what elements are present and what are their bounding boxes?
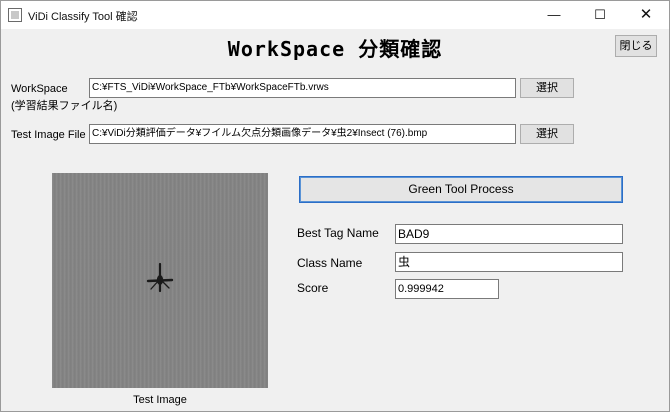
minimize-button[interactable]: — (531, 1, 577, 29)
app-window: ViDi Classify Tool 確認 — ☐ ✕ WorkSpace 分類… (0, 0, 670, 412)
green-tool-process-button[interactable]: Green Tool Process (299, 176, 623, 203)
title-bar[interactable]: ViDi Classify Tool 確認 — ☐ ✕ (1, 1, 669, 29)
test-image-preview (52, 173, 268, 388)
class-name-field[interactable]: 虫 (395, 252, 623, 272)
window-title: ViDi Classify Tool 確認 (28, 11, 138, 23)
workspace-browse-button[interactable]: 選択 (520, 78, 574, 98)
test-image-browse-button[interactable]: 選択 (520, 124, 574, 144)
score-label: Score (297, 281, 329, 295)
class-name-label: Class Name (297, 256, 363, 270)
test-image-caption: Test Image (133, 394, 187, 406)
score-field[interactable]: 0.999942 (395, 279, 499, 299)
workspace-label: WorkSpace (11, 83, 68, 95)
app-icon (8, 8, 22, 22)
insect-image (146, 262, 174, 293)
page-title: WorkSpace 分類確認 (227, 37, 443, 61)
workspace-path-field[interactable]: C:¥FTS_ViDi¥WorkSpace_FTb¥WorkSpaceFTb.v… (89, 78, 516, 98)
workspace-sublabel: (学習結果ファイル名) (11, 100, 118, 112)
best-tag-label: Best Tag Name (297, 226, 379, 240)
maximize-button[interactable]: ☐ (577, 1, 623, 29)
best-tag-field[interactable]: BAD9 (395, 224, 623, 244)
test-image-label: Test Image File (11, 129, 86, 141)
close-button[interactable]: 閉じる (615, 35, 657, 57)
test-image-path-field[interactable]: C:¥ViDi分類評価データ¥フイルム欠点分類画像データ¥虫2¥Insect (… (89, 124, 516, 144)
close-window-button[interactable]: ✕ (623, 1, 669, 29)
